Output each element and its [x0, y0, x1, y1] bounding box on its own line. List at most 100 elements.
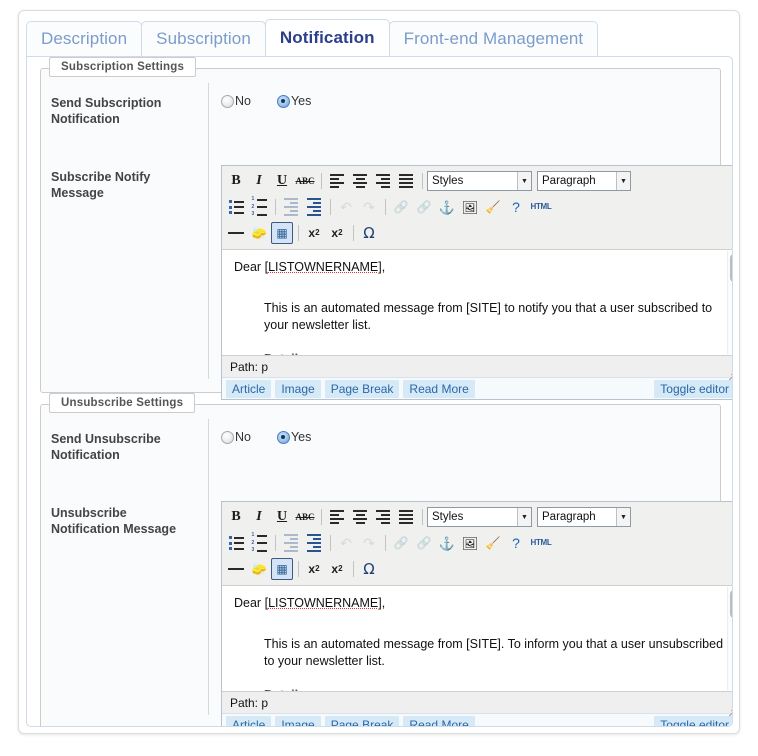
insert-read-more-button[interactable]: Read More	[403, 715, 475, 726]
insert-link-icon[interactable]: 🔗	[390, 532, 412, 554]
insert-article-button[interactable]: Article	[226, 715, 272, 726]
indent-icon[interactable]	[303, 196, 325, 218]
outdent-icon[interactable]	[280, 532, 302, 554]
chevron-down-icon: ▼	[616, 508, 630, 526]
toolbar-separator	[353, 225, 354, 241]
radio-option-no[interactable]: No	[221, 94, 251, 108]
align-left-icon[interactable]	[326, 170, 348, 192]
align-right-icon[interactable]	[372, 170, 394, 192]
styles-select[interactable]: Styles ▼	[427, 171, 532, 191]
editor-toolbar: B I U ABC Styles ▼ Paragraph ▼ 1 2 3 ↶ ↷…	[222, 502, 732, 586]
html-source-icon[interactable]: HTML	[528, 532, 554, 554]
resize-grip-icon[interactable]	[725, 700, 732, 717]
numbered-list-icon[interactable]: 123	[248, 532, 270, 554]
tab-front-end-management[interactable]: Front-end Management	[388, 21, 599, 56]
insert-page-break-button[interactable]: Page Break	[324, 715, 400, 726]
tab-notification[interactable]: Notification	[264, 19, 390, 56]
unlink-icon[interactable]: 🔗	[413, 532, 435, 554]
strikethrough-icon[interactable]: ABC	[294, 506, 316, 528]
insert-image-button[interactable]: Image	[275, 715, 321, 726]
outdent-icon[interactable]	[280, 196, 302, 218]
special-character-icon[interactable]: Ω	[358, 558, 380, 580]
insert-article-button[interactable]: Article	[226, 379, 272, 398]
strikethrough-icon[interactable]: ABC	[294, 170, 316, 192]
editor-content-area[interactable]: Dear [[LISTOWNERNAME]LISTOWNERNAME], Thi…	[222, 250, 732, 355]
redo-icon[interactable]: ↷	[358, 532, 380, 554]
toolbar-separator	[275, 199, 276, 215]
redo-icon[interactable]: ↷	[358, 196, 380, 218]
editor-scrollbar-thumb[interactable]	[729, 590, 732, 618]
tab-description[interactable]: Description	[26, 21, 143, 56]
insert-page-break-button[interactable]: Page Break	[324, 379, 400, 398]
indent-icon[interactable]	[303, 532, 325, 554]
align-center-icon[interactable]	[349, 170, 371, 192]
cleanup-icon[interactable]: 🧹	[482, 532, 504, 554]
help-icon[interactable]: ?	[505, 532, 527, 554]
subscribe-notify-message-row: Subscribe Notify Message B I U ABC Style…	[41, 165, 732, 400]
bullet-list-icon[interactable]	[225, 196, 247, 218]
toolbar-row-2: 123 ↶ ↷ 🔗 🔗 ⚓ 🖼 🧹 ? HTML	[225, 530, 732, 556]
align-left-icon[interactable]	[326, 506, 348, 528]
toggle-editor-button[interactable]: Toggle editor	[654, 715, 732, 726]
bullet-list-icon[interactable]	[225, 532, 247, 554]
editor-scrollbar[interactable]	[727, 251, 732, 354]
anchor-icon[interactable]: ⚓	[436, 196, 458, 218]
subscript-icon[interactable]: x2	[303, 222, 325, 244]
remove-format-icon[interactable]: 🧽	[248, 222, 270, 244]
superscript-icon[interactable]: x2	[326, 558, 348, 580]
insert-read-more-button[interactable]: Read More	[403, 379, 475, 398]
format-select[interactable]: Paragraph ▼	[537, 171, 631, 191]
radio-option-no[interactable]: No	[221, 430, 251, 444]
editor-statusbar: Path: p	[222, 355, 732, 381]
superscript-icon[interactable]: x2	[326, 222, 348, 244]
editor-scrollbar-thumb[interactable]	[729, 254, 732, 282]
styles-select[interactable]: Styles ▼	[427, 507, 532, 527]
unlink-icon[interactable]: 🔗	[413, 196, 435, 218]
tab-subscription[interactable]: Subscription	[141, 21, 266, 56]
numbered-list-icon[interactable]: 123	[248, 196, 270, 218]
resize-grip-icon[interactable]	[725, 364, 732, 381]
unsubscribe-notify-editor: B I U ABC Styles ▼ Paragraph ▼ 1 2 3 ↶ ↷…	[221, 501, 732, 726]
italic-icon[interactable]: I	[248, 170, 270, 192]
format-select[interactable]: Paragraph ▼	[537, 507, 631, 527]
special-character-icon[interactable]: Ω	[358, 222, 380, 244]
subscribe-notify-message-label: Subscribe Notify Message	[51, 170, 151, 200]
underline-icon[interactable]: U	[271, 506, 293, 528]
insert-table-icon[interactable]: ▦	[271, 558, 293, 580]
horizontal-rule-icon[interactable]	[225, 558, 247, 580]
help-icon[interactable]: ?	[505, 196, 527, 218]
editor-footer-buttons: Article Image Page Break Read More Toggl…	[222, 713, 732, 726]
greeting-prefix: Dear	[234, 596, 265, 610]
italic-icon[interactable]: I	[248, 506, 270, 528]
insert-link-icon[interactable]: 🔗	[390, 196, 412, 218]
undo-icon[interactable]: ↶	[335, 532, 357, 554]
toggle-editor-button[interactable]: Toggle editor	[654, 379, 732, 398]
align-justify-icon[interactable]	[395, 170, 417, 192]
horizontal-rule-icon[interactable]	[225, 222, 247, 244]
radio-option-yes[interactable]: Yes	[276, 94, 311, 108]
cleanup-icon[interactable]: 🧹	[482, 196, 504, 218]
underline-icon[interactable]: U	[271, 170, 293, 192]
editor-body-text: This is an automated message from [SITE]…	[264, 301, 713, 332]
undo-icon[interactable]: ↶	[335, 196, 357, 218]
bold-icon[interactable]: B	[225, 506, 247, 528]
align-justify-icon[interactable]	[395, 506, 417, 528]
anchor-icon[interactable]: ⚓	[436, 532, 458, 554]
unsubscribe-settings-fieldset: Unsubscribe Settings Send Unsubscribe No…	[40, 393, 732, 726]
insert-image-button[interactable]: Image	[275, 379, 321, 398]
format-select-value: Paragraph	[542, 175, 596, 187]
insert-image-icon[interactable]: 🖼	[459, 196, 481, 218]
bold-icon[interactable]: B	[225, 170, 247, 192]
radio-option-yes[interactable]: Yes	[276, 430, 311, 444]
editor-content-area[interactable]: Dear [LISTOWNERNAME], This is an automat…	[222, 586, 732, 691]
align-right-icon[interactable]	[372, 506, 394, 528]
insert-table-icon[interactable]: ▦	[271, 222, 293, 244]
subscription-settings-legend: Subscription Settings	[49, 57, 197, 77]
remove-format-icon[interactable]: 🧽	[248, 558, 270, 580]
greeting-token-text: LISTOWNERNAME	[268, 596, 379, 610]
insert-image-icon[interactable]: 🖼	[459, 532, 481, 554]
html-source-icon[interactable]: HTML	[528, 196, 554, 218]
align-center-icon[interactable]	[349, 506, 371, 528]
subscript-icon[interactable]: x2	[303, 558, 325, 580]
editor-scrollbar[interactable]	[727, 587, 732, 690]
